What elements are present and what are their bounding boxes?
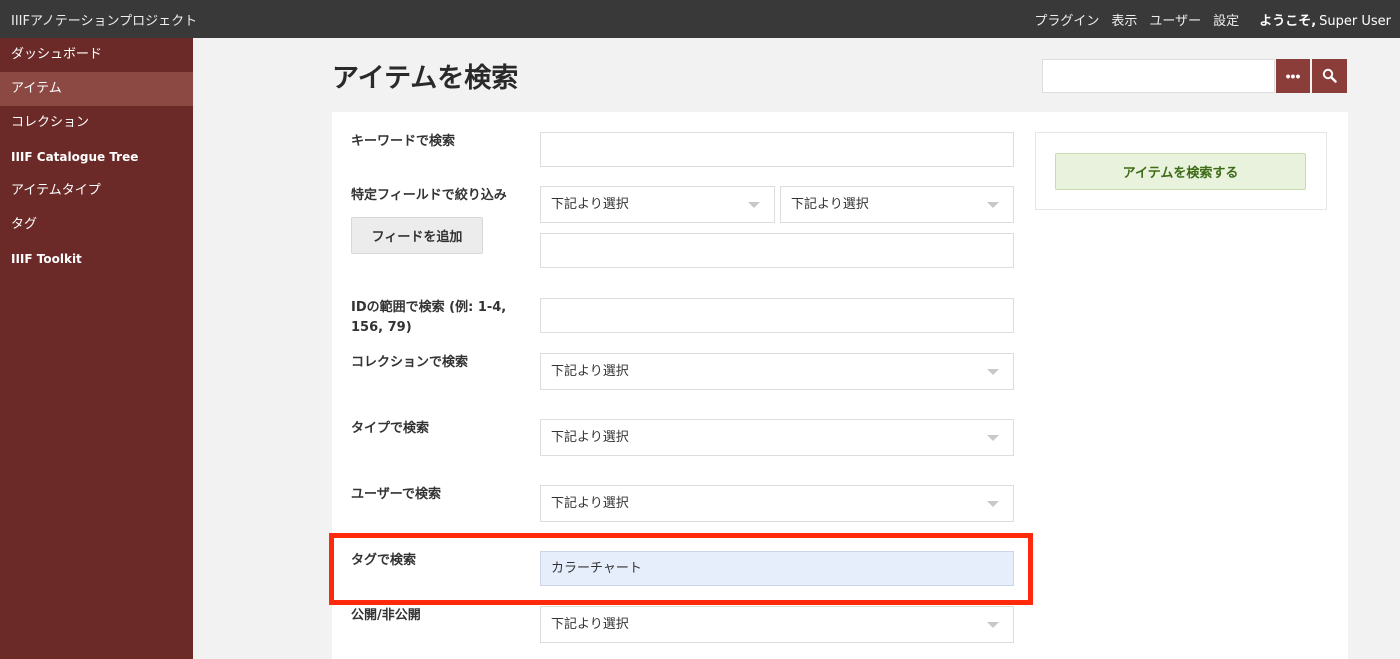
id-range-label: IDの範囲で検索 (例: 1-4, 156, 79) (351, 300, 507, 335)
type-label: タイプで検索 (351, 421, 430, 436)
chevron-down-icon (987, 435, 999, 441)
tag-input[interactable]: カラーチャート (540, 551, 1014, 586)
sidebar-item-dashboard[interactable]: ダッシュボード (0, 38, 193, 72)
nav-users[interactable]: ユーザー (1149, 10, 1201, 29)
tag-label: タグで検索 (351, 553, 417, 568)
sidebar: ダッシュボード アイテム コレクション IIIF Catalogue Tree … (0, 38, 193, 659)
sidebar-item-item-types[interactable]: アイテムタイプ (0, 174, 193, 208)
chevron-down-icon (987, 202, 999, 208)
sidebar-item-tags[interactable]: タグ (0, 208, 193, 242)
field-value-input[interactable] (540, 233, 1014, 268)
nav-plugins[interactable]: プラグイン (1034, 10, 1099, 29)
search-button[interactable] (1312, 59, 1347, 93)
user-select-value: 下記より選択 (551, 496, 629, 511)
keyword-input[interactable] (540, 132, 1014, 167)
field-operator-select-value: 下記より選択 (791, 197, 869, 212)
collection-select[interactable]: 下記より選択 (540, 353, 1014, 390)
type-select[interactable]: 下記より選択 (540, 419, 1014, 456)
user-label: ユーザーで検索 (351, 487, 441, 502)
username-link[interactable]: Super User (1319, 14, 1391, 29)
chevron-down-icon (748, 202, 760, 208)
user-select[interactable]: 下記より選択 (540, 485, 1014, 522)
search-input[interactable] (1042, 59, 1275, 93)
sidebar-item-items[interactable]: アイテム (0, 72, 193, 106)
nav-appearance[interactable]: 表示 (1111, 10, 1137, 29)
chevron-down-icon (987, 501, 999, 507)
sidebar-item-iiif-toolkit[interactable]: IIIF Toolkit (0, 242, 193, 276)
app-title[interactable]: IIIFアノテーションプロジェクト (11, 10, 197, 29)
search-icon (1322, 68, 1337, 83)
field-operator-select[interactable]: 下記より選択 (780, 186, 1014, 223)
page-title: アイテムを検索 (332, 63, 519, 94)
submit-search-button[interactable]: アイテムを検索する (1055, 153, 1306, 190)
collection-label: コレクションで検索 (351, 355, 469, 370)
field-element-select-value: 下記より選択 (551, 197, 629, 212)
public-select[interactable]: 下記より選択 (540, 606, 1014, 643)
chevron-down-icon (987, 369, 999, 375)
keyword-label: キーワードで検索 (351, 134, 456, 149)
id-range-input[interactable] (540, 298, 1014, 333)
welcome-label: ようこそ, (1259, 14, 1317, 29)
public-label: 公開/非公開 (351, 608, 421, 623)
advanced-search-button[interactable]: ••• (1276, 59, 1310, 93)
sidebar-item-collections[interactable]: コレクション (0, 106, 193, 140)
welcome-text: ようこそ, Super User (1259, 10, 1391, 29)
field-filter-label: 特定フィールドで絞り込み (351, 188, 507, 203)
top-nav: プラグイン 表示 ユーザー 設定 ようこそ, Super User (1022, 10, 1391, 29)
add-field-button[interactable]: フィードを追加 (351, 217, 483, 254)
public-select-value: 下記より選択 (551, 617, 629, 632)
field-element-select[interactable]: 下記より選択 (540, 186, 775, 223)
top-bar: IIIFアノテーションプロジェクト プラグイン 表示 ユーザー 設定 ようこそ,… (0, 0, 1400, 38)
chevron-down-icon (987, 622, 999, 628)
collection-select-value: 下記より選択 (551, 364, 629, 379)
type-select-value: 下記より選択 (551, 430, 629, 445)
nav-settings[interactable]: 設定 (1213, 10, 1239, 29)
sidebar-item-iiif-catalogue-tree[interactable]: IIIF Catalogue Tree (0, 140, 193, 174)
